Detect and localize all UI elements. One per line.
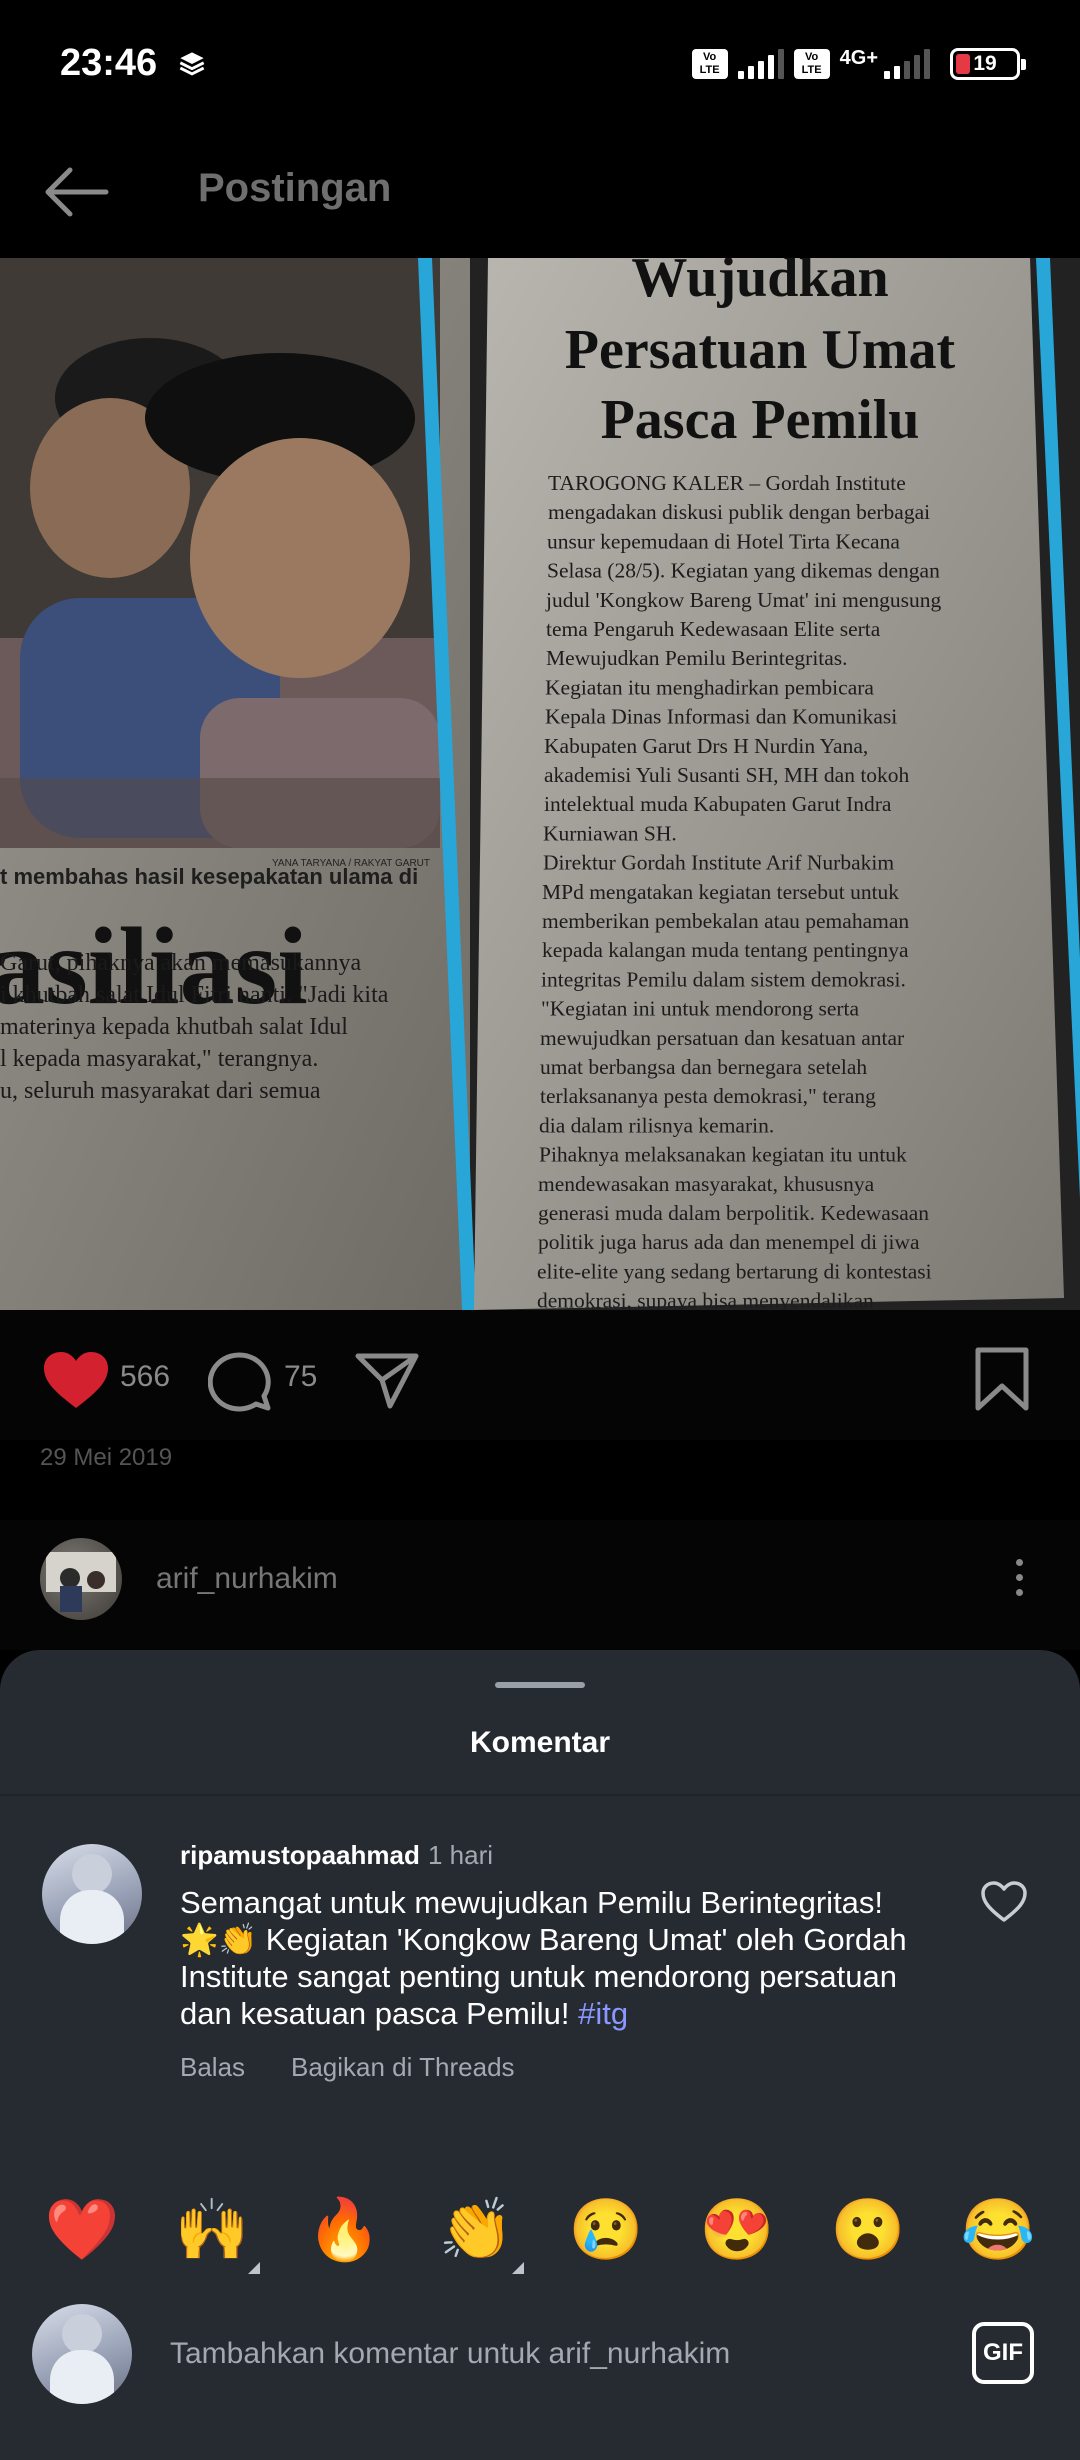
volte-badge-1: Vo LTE — [691, 49, 728, 79]
article-line: "Kegiatan ini untuk mendorong serta — [541, 997, 860, 1021]
article-line: umat berbangsa dan bernegara setelah — [540, 1055, 867, 1079]
comment-text-line: dan kesatuan pasca Pemilu! #itg — [180, 1995, 940, 2032]
article-line: terlaksananya pesta demokrasi," terang — [540, 1084, 876, 1108]
left-article-line: u, seluruh masyarakat dari semua — [0, 1078, 321, 1104]
article-line: Kurniawan SH. — [543, 821, 677, 845]
article-line: Kepala Dinas Informasi dan Komunikasi — [545, 705, 897, 729]
headline-line-2: Persatuan Umat — [565, 319, 956, 381]
article-line: akademisi Yuli Susanti SH, MH dan tokoh — [544, 763, 910, 787]
sheet-title: Komentar — [469, 1726, 611, 1759]
comment-text-line: Institute sangat penting untuk mendorong… — [180, 1959, 897, 1994]
reaction-fire[interactable]: 🔥 — [304, 2190, 384, 2270]
comment-count[interactable]: 75 — [284, 1360, 317, 1394]
like-count[interactable]: 566 — [120, 1360, 170, 1394]
status-bar: 23:46 Vo LTE Vo LTE 4G+ 19 — [0, 0, 1080, 128]
article-line: MPd mengatakan kegiatan tersebut untuk — [542, 880, 899, 904]
article-line: Mewujudkan Pemilu Berintegritas. — [546, 646, 848, 670]
reaction-heart[interactable]: ❤️ — [42, 2190, 122, 2270]
article-line: generasi muda dalam berpolitik. Kedewasa… — [538, 1201, 929, 1225]
article-line: Direktur Gordah Institute Arif Nurbakim — [543, 851, 894, 875]
comment-input[interactable] — [170, 2324, 930, 2384]
article-line: Selasa (28/5). Kegiatan yang dikemas den… — [547, 559, 940, 583]
gif-button[interactable]: GIF — [972, 2322, 1034, 2384]
sheet-divider — [0, 1794, 1080, 1796]
post-actions: 566 75 — [0, 1310, 1080, 1440]
post-date: 29 Mei 2019 — [40, 1444, 173, 1471]
article-line: mengadakan diskusi publik dengan berbaga… — [548, 500, 930, 524]
article-line: integritas Pemilu dalam sistem demokrasi… — [541, 967, 906, 991]
signal-icon-1 — [737, 49, 784, 79]
article-line: judul 'Kongkow Bareng Umat' ini mengusun… — [545, 588, 942, 612]
volte-badge-2: Vo LTE — [793, 49, 830, 79]
quick-reactions: ❤️ 🙌 🔥 👏 😢 😍 😮 😂 — [0, 2190, 1080, 2280]
article-line: TAROGONG KALER – Gordah Institute — [548, 471, 906, 495]
left-article-line: i khutbah salat Idul Fitri nanti. "Jadi … — [0, 982, 389, 1008]
comment-heart-icon[interactable] — [980, 1880, 1028, 1924]
app-header: Postingan — [0, 128, 1080, 258]
comment-text-line: Semangat untuk mewujudkan Pemilu Berinte… — [180, 1885, 884, 1920]
more-vertical-icon[interactable] — [1004, 1554, 1034, 1610]
commenter-avatar[interactable] — [42, 1844, 142, 1944]
status-time: 23:46 — [60, 42, 158, 84]
article-line: Kabupaten Garut Drs H Nurdin Yana, — [544, 734, 868, 758]
left-article-line: l kepada masyarakat," terangnya. — [0, 1046, 318, 1072]
article-line: intelektual muda Kabupaten Garut Indra — [544, 792, 892, 816]
arrow-left-icon[interactable] — [36, 156, 116, 228]
post-image[interactable]: YANA TARYANA / RAKYAT GARUT t membahas h… — [0, 258, 1080, 1310]
reaction-surprised[interactable]: 😮 — [828, 2190, 908, 2270]
own-avatar — [32, 2304, 132, 2404]
battery-icon: 19 — [950, 48, 1026, 80]
signal-icon-2 — [884, 49, 930, 79]
comment-username[interactable]: ripamustopaahmad — [180, 1840, 420, 1871]
layers-icon — [179, 52, 205, 76]
article-line: memberikan pembekalan atau pemahaman — [542, 909, 909, 933]
author-row: arif_nurhakim — [0, 1520, 1080, 1650]
article-line: mewujudkan persatuan dan kesatuan antar — [540, 1026, 904, 1050]
article-line: demokrasi, supaya bisa menyendalikan — [537, 1289, 874, 1310]
page-title: Postingan — [198, 166, 392, 210]
headline-line-3: Pasca Pemilu — [601, 389, 920, 451]
article-line: Kegiatan itu menghadirkan pembicara — [545, 675, 874, 699]
reaction-clap[interactable]: 👏 — [436, 2190, 524, 2274]
article-line: unsur kepemudaan di Hotel Tirta Kecana — [547, 529, 900, 553]
headline-line-1: Wujudkan — [631, 258, 888, 309]
article-line: Pihaknya melaksanakan kegiatan itu untuk — [539, 1143, 907, 1167]
network-type: 4G+ — [839, 46, 878, 69]
send-icon[interactable] — [354, 1350, 420, 1410]
left-article-line: Garut, pihaknya akan memasukannya — [0, 950, 362, 976]
share-threads-button[interactable]: Bagikan di Threads — [291, 2052, 515, 2083]
battery-level: 19 — [973, 52, 997, 75]
newspaper-photo: YANA TARYANA / RAKYAT GARUT t membahas h… — [0, 258, 1080, 1310]
article-line: tema Pengaruh Kedewasaan Elite serta — [546, 617, 881, 641]
bookmark-icon[interactable] — [972, 1346, 1032, 1412]
left-article-line: materinya kepada khutbah salat Idul — [0, 1014, 348, 1040]
comment-text: Semangat untuk mewujudkan Pemilu Berinte… — [180, 1884, 940, 2032]
sheet-drag-handle[interactable] — [495, 1682, 585, 1688]
article-line: kepada kalangan muda tentang pentingnya — [542, 938, 909, 962]
reply-button[interactable]: Balas — [180, 2052, 245, 2083]
status-indicators: Vo LTE Vo LTE 4G+ 19 — [691, 46, 1026, 82]
photo-caption: t membahas hasil kesepakatan ulama di — [0, 864, 418, 889]
article-line: politik juga harus ada dan menempel di j… — [538, 1230, 920, 1254]
reaction-raising-hands[interactable]: 🙌 — [172, 2190, 260, 2274]
reaction-laughing[interactable]: 😂 — [958, 2190, 1038, 2270]
reaction-heart-eyes[interactable]: 😍 — [697, 2190, 777, 2270]
comment-text-line: 🌟👏 Kegiatan 'Kongkow Bareng Umat' oleh G… — [180, 1922, 907, 1957]
article-line: mendewasakan masyarakat, khususnya — [538, 1172, 875, 1196]
comment-text-tail: dan kesatuan pasca Pemilu! — [180, 1996, 570, 2031]
comment-composer: GIF — [0, 2280, 1080, 2460]
article-line: dia dalam rilisnya kemarin. — [539, 1113, 774, 1137]
article-line: elite-elite yang sedang bertarung di kon… — [537, 1259, 932, 1283]
reaction-crying[interactable]: 😢 — [566, 2190, 646, 2270]
comments-sheet: Komentar ripamustopaahmad 1 hari Semanga… — [0, 1650, 1080, 2460]
comment-hashtag[interactable]: #itg — [578, 1996, 628, 2031]
comment-time: 1 hari — [428, 1840, 494, 1870]
heart-icon[interactable] — [42, 1350, 110, 1410]
author-avatar[interactable] — [40, 1538, 122, 1620]
comment-icon[interactable] — [208, 1350, 274, 1412]
author-username[interactable]: arif_nurhakim — [156, 1562, 338, 1596]
